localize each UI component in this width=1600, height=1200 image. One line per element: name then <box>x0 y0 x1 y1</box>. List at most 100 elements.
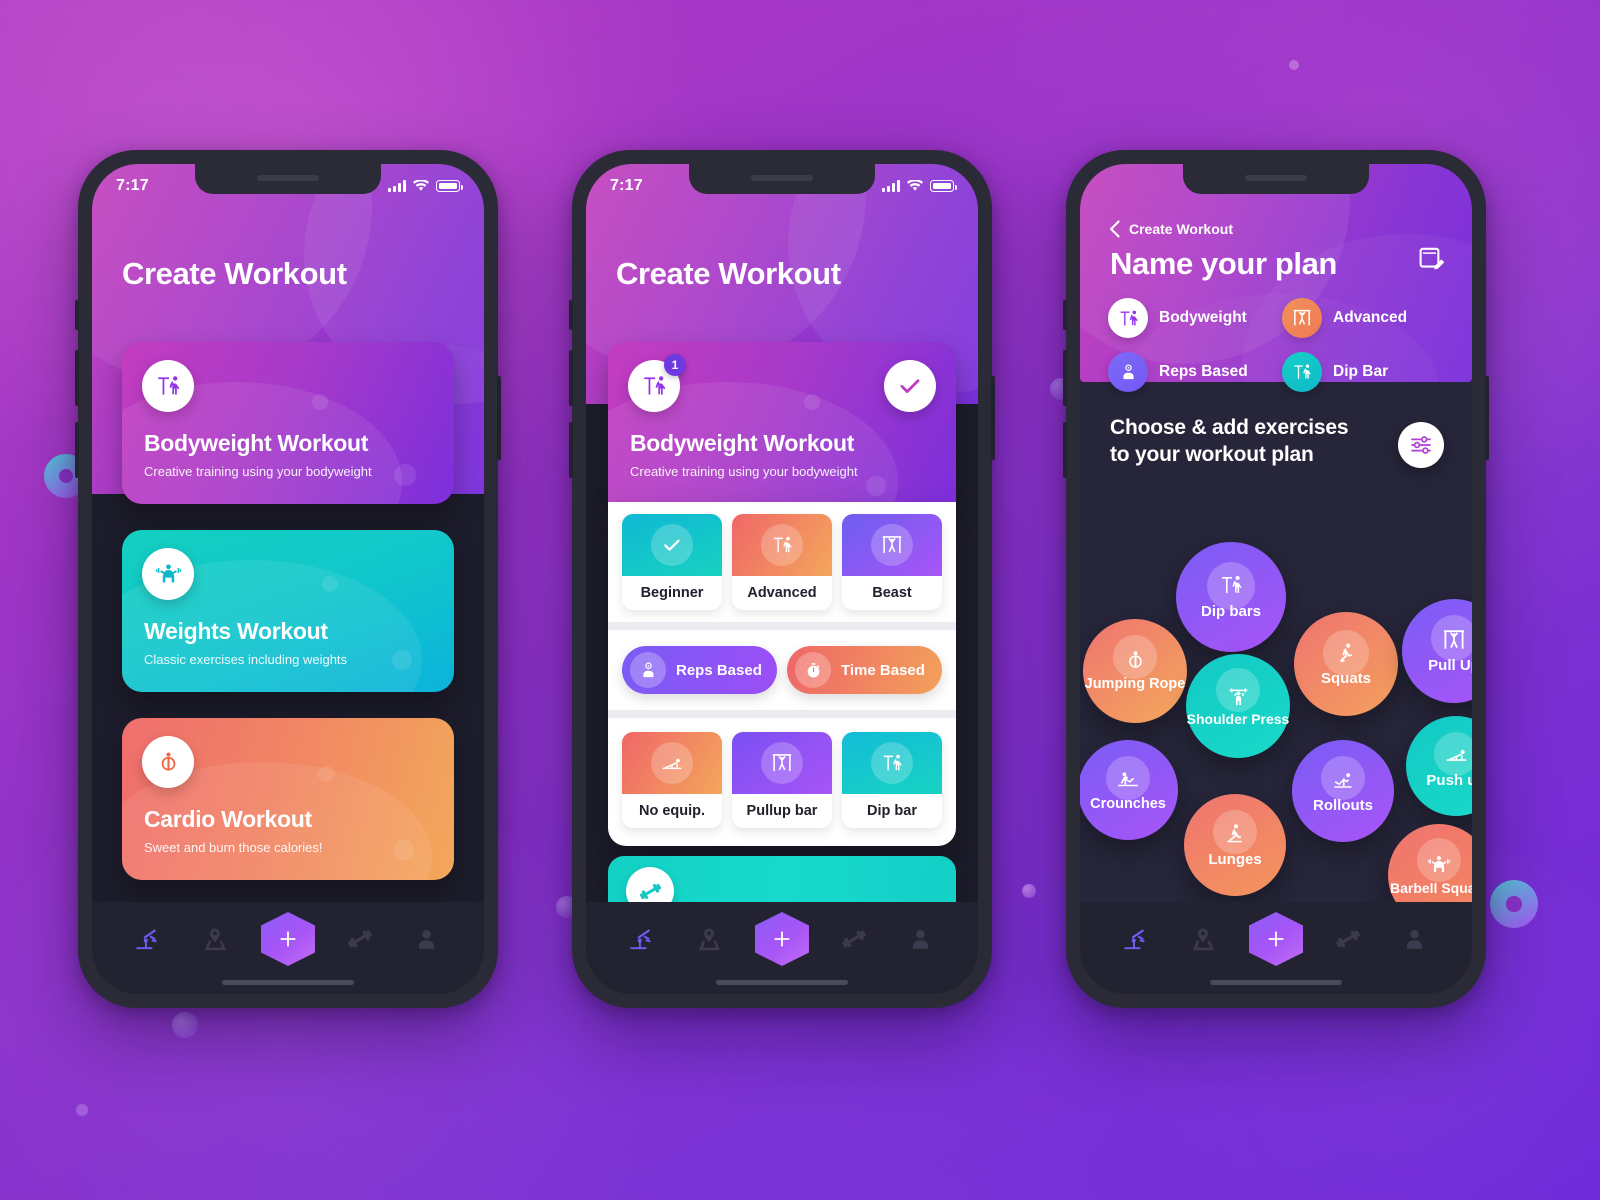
status-time: 7:17 <box>610 177 643 194</box>
workout-card-subtitle: Classic exercises including weights <box>144 652 348 667</box>
volume-down-button[interactable] <box>75 422 79 478</box>
volume-down-button[interactable] <box>569 422 573 478</box>
exercise-bubble-jumping-rope[interactable]: Jumping Rope <box>1083 619 1187 723</box>
edit-note-icon[interactable] <box>1418 246 1445 277</box>
nav-item-map[interactable] <box>194 917 238 961</box>
notch <box>1183 164 1369 194</box>
mode-options-row: Reps Based Time Based <box>608 630 956 710</box>
exercise-bubble-barbell-squats[interactable]: Barbell Squats <box>1388 824 1472 902</box>
plan-tag-reps-based[interactable]: Reps Based <box>1108 352 1274 392</box>
exercise-bubble-pull-up[interactable]: Pull Up <box>1402 599 1472 703</box>
exercise-bubble-shoulder-press[interactable]: Shoulder Press <box>1186 654 1290 758</box>
reps-icon <box>630 652 666 688</box>
bodyweight-icon <box>142 360 194 412</box>
nav-add-button[interactable] <box>754 912 809 966</box>
back-button[interactable]: Create Workout <box>1108 220 1233 238</box>
nav-item-workout[interactable] <box>621 917 665 961</box>
plan-tag-dip-bar[interactable]: Dip Bar <box>1282 352 1448 392</box>
exercise-bubble-label: Barbell Squats <box>1389 880 1472 897</box>
exercise-bubble-label: Crounches <box>1090 796 1166 813</box>
sheet-divider <box>608 710 956 718</box>
power-button[interactable] <box>991 376 995 460</box>
nav-item-profile[interactable] <box>899 917 943 961</box>
decor-sphere-1 <box>172 1012 198 1038</box>
exercise-bubble-label: Shoulder Press <box>1186 710 1290 727</box>
nav-item-profile[interactable] <box>405 917 449 961</box>
nav-item-weights[interactable] <box>1326 917 1370 961</box>
mode-option-time[interactable]: Time Based <box>787 646 942 694</box>
volume-up-button[interactable] <box>569 350 573 406</box>
workout-card-weights[interactable]: Weights Workout Classic exercises includ… <box>122 530 454 692</box>
equipment-option-dip-bar[interactable]: Dip bar <box>842 732 942 828</box>
volume-down-button[interactable] <box>1063 422 1067 478</box>
equipment-option-no-equip[interactable]: No equip. <box>622 732 722 828</box>
battery-icon <box>436 180 463 192</box>
nav-item-map[interactable] <box>688 917 732 961</box>
power-button[interactable] <box>1485 376 1489 460</box>
exercise-bubble-label: Squats <box>1320 669 1371 687</box>
back-button-label: Create Workout <box>1129 221 1233 237</box>
volume-up-button[interactable] <box>75 350 79 406</box>
level-option-beast[interactable]: Beast <box>842 514 942 610</box>
volume-up-button[interactable] <box>1063 350 1067 406</box>
mode-option-label: Reps Based <box>676 661 762 679</box>
nav-item-weights[interactable] <box>832 917 876 961</box>
power-button[interactable] <box>497 376 501 460</box>
level-option-advanced[interactable]: Advanced <box>732 514 832 610</box>
earpiece-speaker <box>1245 175 1307 181</box>
nav-item-map[interactable] <box>1182 917 1226 961</box>
choose-title-line-2: to your workout plan <box>1110 443 1314 467</box>
signal-bars-icon <box>882 180 900 192</box>
nav-item-workout[interactable] <box>127 917 171 961</box>
exercise-bubble-label: Rollouts <box>1313 796 1373 814</box>
sheet-divider <box>608 622 956 630</box>
status-time: 7:17 <box>116 177 149 194</box>
level-option-label: Beast <box>872 585 912 601</box>
earpiece-speaker <box>257 175 319 181</box>
plan-tag-bodyweight[interactable]: Bodyweight <box>1108 298 1274 338</box>
pullup-icon <box>772 754 792 772</box>
nav-add-button[interactable] <box>260 912 315 966</box>
exercise-bubble-crounches[interactable]: Crounches <box>1080 740 1178 840</box>
selected-workout-card[interactable]: 1 Bodyweight Workout Creative training u… <box>608 342 956 502</box>
exercise-bubble-label: Jumping Rope <box>1084 676 1186 693</box>
lunge-icon <box>1223 822 1247 846</box>
exercise-bubble-lunges[interactable]: Lunges <box>1184 794 1286 896</box>
phone-3-screen: Create Workout Name your plan Bodyweight… <box>1080 164 1472 994</box>
exercise-bubble-label: Dip bars <box>1200 603 1261 621</box>
plan-tags: Bodyweight Advanced Reps Based Dip Bar <box>1108 298 1448 392</box>
page-title: Create Workout <box>616 256 841 291</box>
plan-tag-label: Reps Based <box>1159 363 1248 380</box>
exercise-bubble-squats[interactable]: Squats <box>1294 612 1398 716</box>
level-option-label: Beginner <box>640 585 704 601</box>
workout-card-bodyweight[interactable]: Bodyweight Workout Creative training usi… <box>122 342 454 504</box>
nav-add-button[interactable] <box>1248 912 1303 966</box>
workout-card-subtitle: Creative training using your bodyweight <box>144 464 372 479</box>
equipment-option-label: Dip bar <box>867 803 917 819</box>
nav-item-weights[interactable] <box>338 917 382 961</box>
card-check-button[interactable] <box>884 360 936 412</box>
battery-icon <box>930 180 957 192</box>
exercise-bubble-rollouts[interactable]: Rollouts <box>1292 740 1394 842</box>
exercise-bubble-cloud: Dip bars Jumping Rope Squats Pull U Shou… <box>1080 494 1472 902</box>
selection-count-badge: 1 <box>664 354 686 376</box>
exercise-bubble-dip-bars[interactable]: Dip bars <box>1176 542 1286 652</box>
mode-option-reps[interactable]: Reps Based <box>622 646 777 694</box>
exercise-bubble-push-up[interactable]: Push up <box>1406 716 1472 816</box>
mute-switch[interactable] <box>1063 300 1067 330</box>
workout-card-cardio[interactable]: Cardio Workout Sweet and burn those calo… <box>122 718 454 880</box>
pullup-icon <box>1282 298 1322 338</box>
equipment-option-pullup-bar[interactable]: Pullup bar <box>732 732 832 828</box>
signal-bars-icon <box>388 180 406 192</box>
nav-item-profile[interactable] <box>1393 917 1437 961</box>
equipment-option-label: Pullup bar <box>746 803 818 819</box>
mute-switch[interactable] <box>569 300 573 330</box>
weights-icon <box>142 548 194 600</box>
level-options-row: Beginner Advanced Beast <box>608 502 956 622</box>
filter-button[interactable] <box>1398 422 1444 468</box>
nav-item-workout[interactable] <box>1115 917 1159 961</box>
mute-switch[interactable] <box>75 300 79 330</box>
level-option-beginner[interactable]: Beginner <box>622 514 722 610</box>
plan-tag-advanced[interactable]: Advanced <box>1282 298 1448 338</box>
home-indicator <box>716 980 848 985</box>
